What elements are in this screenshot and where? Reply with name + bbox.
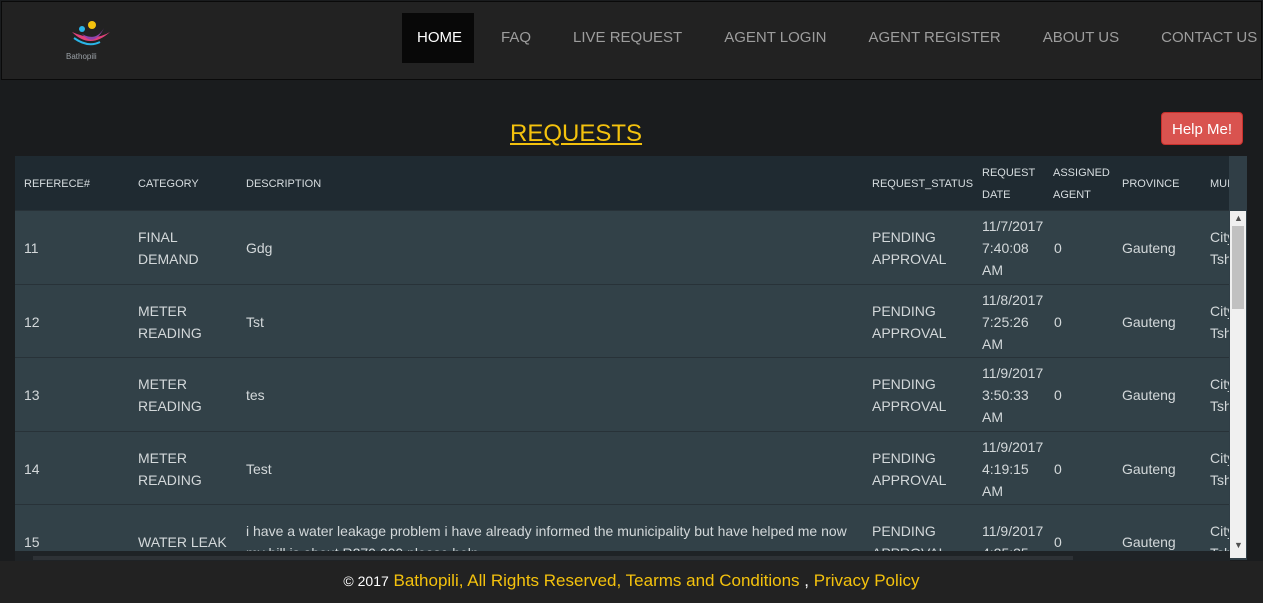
header-reference: REFERECE#	[24, 178, 91, 190]
cell-province: Gauteng	[1122, 387, 1176, 403]
cell-request-date: 11/9/2017 4:19:15 AM	[982, 438, 1044, 499]
cell-category: WATER LEAK	[138, 534, 227, 550]
table-header: REFERECE# CATEGORY DESCRIPTION REQUEST_S…	[15, 156, 1229, 210]
requests-table: REFERECE# CATEGORY DESCRIPTION REQUEST_S…	[15, 156, 1247, 560]
header-province: PROVINCE	[1122, 178, 1180, 190]
cell-municipality: City Tsh	[1210, 302, 1229, 341]
cell-reference: 15	[24, 534, 40, 550]
cell-municipality: City Tsh	[1210, 376, 1229, 414]
cell-category: FINAL DEMAND	[138, 229, 199, 267]
header-assigned-agent: ASSIGNED AGENT	[1053, 167, 1110, 201]
nav-contact-us[interactable]: CONTACT US	[1146, 13, 1263, 63]
cell-assigned-agent: 0	[1054, 240, 1062, 256]
cell-assigned-agent: 0	[1054, 387, 1062, 403]
page-title: REQUESTS	[510, 120, 643, 147]
cell-description: tes	[246, 387, 265, 403]
cell-request-date: 11/8/2017 7:25:26 AM	[982, 291, 1044, 352]
header-request-status: REQUEST_STATUS	[872, 178, 974, 190]
footer-rights: Bathopili, All Rights Reserved,	[393, 571, 622, 590]
cell-municipality: City Tsh	[1210, 229, 1229, 267]
footer-terms-link[interactable]: Tearms and Conditions	[626, 571, 800, 590]
cell-status: PENDING APPROVAL	[872, 376, 947, 414]
table-row: 12 METER READING Tst PENDING APPROVAL 11/8/2…	[15, 283, 1229, 358]
horizontal-scroll-thumb[interactable]	[33, 556, 1073, 560]
cell-description: Test	[246, 460, 272, 477]
main-nav: HOME FAQ LIVE REQUEST AGENT LOGIN AGENT …	[402, 13, 1263, 63]
footer: © 2017 Bathopili, All Rights Reserved, T…	[0, 561, 1263, 603]
footer-copyright: © 2017	[343, 573, 389, 589]
cell-assigned-agent: 0	[1054, 534, 1062, 550]
vertical-scroll-thumb[interactable]	[1232, 226, 1244, 309]
nav-agent-register[interactable]: AGENT REGISTER	[853, 13, 1015, 63]
nav-agent-login[interactable]: AGENT LOGIN	[709, 13, 841, 63]
logo-icon	[72, 21, 110, 46]
help-me-button[interactable]: Help Me!	[1161, 112, 1243, 145]
cell-category: METER READING	[138, 449, 202, 488]
cell-description: Gdg	[246, 240, 273, 256]
bathopili-logo[interactable]: Bathopili	[64, 20, 116, 64]
cell-status: PENDING APPROVAL	[872, 449, 947, 488]
footer-separator: ,	[804, 571, 810, 590]
cell-province: Gauteng	[1122, 313, 1176, 330]
horizontal-scrollbar[interactable]	[15, 551, 1230, 561]
cell-municipality: City Tsh	[1210, 449, 1229, 488]
cell-request-date: 11/7/2017 7:40:08 AM	[982, 218, 1044, 278]
cell-province: Gauteng	[1122, 240, 1176, 256]
header-municipality: MUI	[1210, 178, 1229, 190]
nav-faq[interactable]: FAQ	[486, 13, 546, 63]
scroll-up-icon[interactable]: ▲	[1234, 213, 1243, 223]
cell-province: Gauteng	[1122, 534, 1176, 550]
header-request-date: REQUEST DATE	[982, 167, 1035, 201]
cell-reference: 12	[24, 313, 40, 330]
cell-status: PENDING APPROVAL	[872, 229, 947, 267]
nav-about-us[interactable]: ABOUT US	[1028, 13, 1134, 63]
logo-text: Bathopili	[66, 52, 97, 61]
cell-status: PENDING APPROVAL	[872, 302, 947, 341]
cell-province: Gauteng	[1122, 460, 1176, 477]
header-category: CATEGORY	[138, 178, 199, 190]
table-row: 13 METER READING tes PENDING APPROVAL 11/9/2…	[15, 357, 1229, 431]
scroll-down-icon[interactable]: ▼	[1234, 540, 1243, 550]
table-row: 11 FINAL DEMAND Gdg PENDING APPROVAL 11/7/20…	[15, 210, 1229, 284]
top-navbar: Bathopili HOME FAQ LIVE REQUEST AGENT LO…	[1, 1, 1262, 80]
cell-assigned-agent: 0	[1054, 313, 1062, 330]
footer-privacy-link[interactable]: Privacy Policy	[814, 571, 920, 590]
cell-request-date: 11/9/2017 3:50:33 AM	[982, 365, 1044, 425]
table-row: 14 METER READING Test PENDING APPROVAL 11/9/…	[15, 430, 1229, 505]
nav-live-request[interactable]: LIVE REQUEST	[558, 13, 697, 63]
cell-assigned-agent: 0	[1054, 460, 1062, 477]
cell-category: METER READING	[138, 302, 202, 341]
nav-home[interactable]: HOME	[402, 13, 474, 63]
cell-reference: 14	[24, 460, 40, 477]
cell-category: METER READING	[138, 376, 202, 414]
cell-description: Tst	[246, 313, 264, 330]
vertical-scrollbar[interactable]: ▲ ▼	[1230, 211, 1246, 558]
cell-reference: 11	[24, 240, 39, 256]
cell-reference: 13	[24, 387, 40, 403]
header-description: DESCRIPTION	[246, 178, 322, 190]
